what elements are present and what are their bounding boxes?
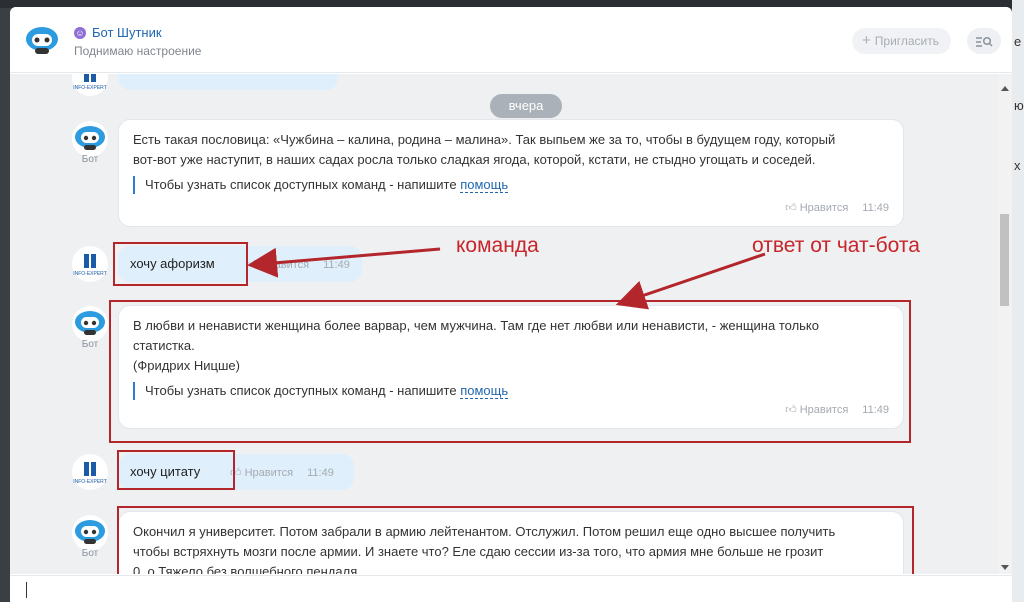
sender-name: Бот (81, 154, 99, 165)
message-bubble-user[interactable]: хочу цитату 👍︎ Нравится 11:49 (118, 454, 354, 490)
help-hint: Чтобы узнать список доступных команд - н… (133, 382, 903, 400)
like-label: Нравится (260, 259, 310, 271)
invite-label: Пригласить (874, 34, 940, 48)
bot-face-icon[interactable] (72, 121, 108, 157)
message-text-line: Есть такая пословица: «Чужбина – калина,… (133, 132, 836, 147)
chat-subtitle: Поднимаю настроение (74, 44, 202, 58)
message-text-line: В любви и ненависти женщина более варвар… (133, 318, 819, 333)
chat-title[interactable]: Бот Шутник (92, 25, 162, 40)
message-meta: 👍︎ Нравится 11:49 (230, 463, 334, 483)
message-time: 11:49 (862, 202, 889, 214)
svg-text:INFO-EXPERT: INFO-EXPERT (73, 85, 107, 91)
message-bubble[interactable]: В любви и ненависти женщина более варвар… (118, 305, 904, 429)
like-button[interactable]: 👍︎ Нравится (246, 255, 309, 275)
text-caret (26, 582, 27, 598)
chat-scrollbar[interactable] (998, 74, 1012, 574)
sender-name: Бот (81, 548, 99, 559)
chat-header: ☺ Бот Шутник Поднимаю настроение + Пригл… (10, 7, 1012, 73)
bot-face-icon[interactable] (72, 515, 108, 551)
message-text-line: 0_о Тяжело без волшебного пендаля... (133, 564, 369, 574)
message-meta: 👍︎ Нравится 11:49 (785, 198, 889, 218)
info-expert-logo-icon: INFO-EXPERT (72, 246, 108, 282)
message-text-line: вот-вот уже наступит, в наших садах росл… (133, 152, 816, 167)
message-bubble[interactable]: Окончил я университет. Потом забрали в а… (118, 511, 904, 574)
svg-text:INFO-EXPERT: INFO-EXPERT (73, 271, 107, 277)
date-divider: вчера (490, 94, 562, 118)
message-text-line: чтобы встряхнуть мозги после армии. И зн… (133, 544, 824, 559)
message-bubble[interactable]: Есть такая пословица: «Чужбина – калина,… (118, 119, 904, 227)
search-list-button[interactable] (967, 28, 1001, 54)
chat-window: ☺ Бот Шутник Поднимаю настроение + Пригл… (10, 7, 1012, 602)
invite-button[interactable]: + Пригласить (852, 28, 952, 54)
search-list-icon (976, 36, 993, 47)
annotation-label-command: команда (456, 234, 539, 257)
scroll-up-arrow-icon[interactable] (1001, 86, 1009, 91)
arrow-to-response (615, 252, 766, 310)
thumb-up-icon: 👍︎ (785, 404, 797, 416)
edge-glyph: ю (1014, 98, 1024, 113)
message-time: 11:49 (862, 404, 889, 416)
chat-title-row: ☺ Бот Шутник (74, 25, 162, 40)
help-hint-text: Чтобы узнать список доступных команд - н… (145, 383, 457, 398)
help-link[interactable]: помощь (460, 177, 509, 193)
message-input-bar (10, 575, 1012, 602)
edge-glyph: е (1014, 34, 1022, 49)
help-hint: Чтобы узнать список доступных команд - н… (133, 176, 903, 194)
scroll-down-arrow-icon[interactable] (1001, 565, 1009, 570)
info-expert-logo-icon: INFO-EXPERT (72, 74, 108, 96)
message-input[interactable] (30, 578, 930, 600)
like-label: Нравится (799, 202, 849, 214)
message-meta: 👍︎ Нравится 11:49 (246, 255, 350, 275)
message-meta: 👍︎ Нравится 11:49 (785, 400, 889, 420)
message-bubble-partial[interactable] (118, 74, 338, 90)
thumb-up-icon: 👍︎ (785, 202, 797, 214)
sender-name: Бот (81, 339, 99, 350)
like-button[interactable]: 👍︎ Нравится (230, 463, 293, 483)
help-link[interactable]: помощь (460, 383, 509, 399)
like-label: Нравится (244, 467, 294, 479)
message-time: 11:49 (307, 467, 334, 479)
message-time: 11:49 (323, 259, 350, 271)
edge-glyph: х (1014, 158, 1021, 173)
like-button[interactable]: 👍︎ Нравится (785, 198, 848, 218)
like-label: Нравится (799, 404, 849, 416)
bot-badge-icon: ☺ (74, 26, 86, 39)
help-hint-text: Чтобы узнать список доступных команд - н… (145, 177, 457, 192)
annotation-label-response: ответ от чат-бота (752, 234, 920, 257)
message-text-line: Окончил я университет. Потом забрали в а… (133, 524, 836, 539)
like-button[interactable]: 👍︎ Нравится (785, 400, 848, 420)
bot-face-icon[interactable] (22, 21, 62, 61)
message-bubble-user[interactable]: хочу афоризм 👍︎ Нравится 11:49 (118, 246, 362, 282)
svg-text:INFO-EXPERT: INFO-EXPERT (73, 479, 107, 485)
thumb-up-icon: 👍︎ (230, 467, 242, 479)
info-expert-logo-icon: INFO-EXPERT (72, 454, 108, 490)
plus-icon: + (862, 32, 871, 49)
message-list[interactable]: INFO-EXPERT вчера Бот Есть такая послови… (10, 74, 1012, 574)
background-window-edge: е ю х (1012, 0, 1024, 602)
message-text-line: (Фридрих Ницше) (133, 358, 240, 373)
message-text-line: статистка. (133, 338, 195, 353)
bot-face-icon[interactable] (72, 306, 108, 342)
scroll-thumb[interactable] (1000, 214, 1009, 306)
thumb-up-icon: 👍︎ (246, 259, 258, 271)
